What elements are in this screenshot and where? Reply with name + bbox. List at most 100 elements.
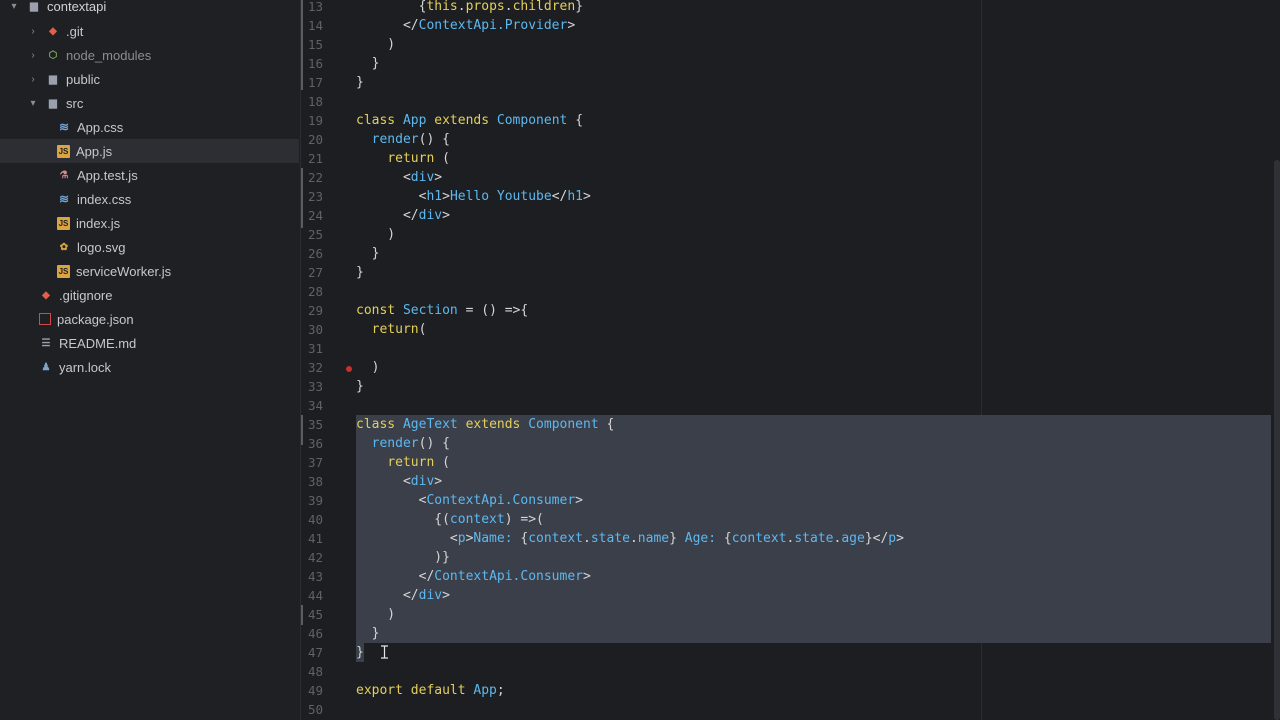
js-icon: JS (57, 144, 70, 158)
code-line[interactable]: 27} (301, 263, 1271, 282)
code-line[interactable]: 42 )} (301, 548, 1271, 567)
tree-item-label: public (66, 71, 100, 87)
breakpoint-marker[interactable] (346, 366, 352, 372)
code-line[interactable]: 50 (301, 700, 1271, 719)
tree-item-label: App.css (77, 119, 124, 135)
code-token: > (442, 588, 450, 603)
code-token: p (888, 531, 897, 546)
code-line[interactable]: 34 (301, 396, 1271, 415)
chevron-down-icon[interactable]: ▾ (8, 0, 20, 12)
code-line[interactable]: 22 <div> (301, 168, 1271, 187)
code-token: Name: (473, 531, 521, 546)
code-line[interactable]: 31 (301, 339, 1271, 358)
tree-item-gitignore[interactable]: ◆ .gitignore (0, 283, 299, 307)
code-editor[interactable]: 13 {this.props.children} 14 </ContextApi.… (300, 0, 1280, 720)
code-line[interactable]: 39 <ContextApi.Consumer> (301, 491, 1271, 510)
code-line[interactable]: 43 </ContextApi.Consumer> (301, 567, 1271, 586)
code-text: class App extends Component { (356, 111, 583, 130)
code-line[interactable]: 28 (301, 282, 1271, 301)
code-line[interactable]: 46 } (301, 624, 1271, 643)
tree-item-label: contextapi (47, 0, 107, 14)
code-token: ContextApi.Consumer (426, 493, 576, 508)
code-token: render (371, 436, 419, 451)
line-number: 13 (307, 0, 323, 14)
code-line[interactable]: 17} (301, 73, 1271, 92)
code-line[interactable]: 18 (301, 92, 1271, 111)
code-line[interactable]: 45 ) (301, 605, 1271, 624)
code-line[interactable]: 20 render() { (301, 130, 1271, 149)
chevron-right-icon[interactable]: › (27, 25, 39, 37)
code-line[interactable]: 41 <p>Name: {context.state.name} Age: {c… (301, 529, 1271, 548)
tree-item-public[interactable]: › ▆ public (0, 67, 299, 91)
tree-item-label: .gitignore (59, 287, 113, 303)
tree-item-git[interactable]: › ◆ .git (0, 19, 299, 43)
test-icon: ⚗ (59, 169, 69, 181)
code-token: div (418, 208, 443, 223)
code-line[interactable]: 14 </ContextApi.Provider> (301, 16, 1271, 35)
tree-item-index-css[interactable]: ≋ index.css (0, 187, 299, 211)
line-number: 37 (307, 455, 323, 470)
folder-open-icon: ▆ (49, 97, 57, 109)
tree-item-logo-svg[interactable]: ✿ logo.svg (0, 235, 299, 259)
code-line[interactable]: 19 class App extends Component { (301, 111, 1271, 130)
code-text: <p>Name: {context.state.name} Age: {cont… (356, 529, 904, 548)
code-token: . (504, 0, 513, 14)
vertical-scrollbar[interactable] (1271, 0, 1280, 720)
code-line[interactable]: 13 {this.props.children} (301, 0, 1271, 16)
tree-item-yarn-lock[interactable]: ♟ yarn.lock (0, 355, 299, 379)
code-line[interactable]: 32 ) (301, 358, 1271, 377)
code-token: > (567, 18, 576, 33)
tree-item-readme-md[interactable]: ☰ README.md (0, 331, 299, 355)
code-line[interactable]: 36 render() { (301, 434, 1271, 453)
line-number: 22 (307, 170, 323, 185)
code-line[interactable]: 47} (301, 643, 1271, 662)
code-line[interactable]: 48 (301, 662, 1271, 681)
code-text: return( (356, 320, 427, 339)
code-token: { (606, 417, 615, 432)
code-line[interactable]: 26 } (301, 244, 1271, 263)
code-line[interactable]: 30 return( (301, 320, 1271, 339)
code-line[interactable]: 29 const Section = () =>{ (301, 301, 1271, 320)
chevron-right-icon[interactable]: › (27, 49, 39, 61)
code-line[interactable]: 16 } (301, 54, 1271, 73)
line-number: 27 (307, 265, 323, 280)
code-text: export default App; (356, 681, 505, 700)
code-line[interactable]: 44 </div> (301, 586, 1271, 605)
chevron-right-icon[interactable]: › (27, 73, 39, 85)
tree-item-label: serviceWorker.js (76, 263, 172, 279)
chevron-down-icon[interactable]: ▾ (27, 97, 39, 109)
line-number: 48 (307, 664, 323, 679)
tree-item-label: package.json (57, 311, 134, 327)
code-line[interactable]: 49 export default App; (301, 681, 1271, 700)
js-icon: JS (57, 216, 70, 230)
code-line[interactable]: 24 </div> (301, 206, 1271, 225)
code-line[interactable]: 40 {(context) =>( (301, 510, 1271, 529)
tree-item-app-css[interactable]: ≋ App.css (0, 115, 299, 139)
tree-item-label: App.js (76, 143, 113, 159)
code-line[interactable]: 33} (301, 377, 1271, 396)
tree-item-index-js[interactable]: JS index.js (0, 211, 299, 235)
tree-item-app-js[interactable]: JS App.js (0, 139, 299, 163)
tree-item-package-json[interactable]: package.json (0, 307, 299, 331)
tree-item-contextapi[interactable]: ▾ ▆ contextapi (0, 0, 299, 18)
code-token: </ (551, 189, 568, 204)
code-token: } (356, 246, 380, 261)
code-line[interactable]: 25 ) (301, 225, 1271, 244)
code-line[interactable]: 38 <div> (301, 472, 1271, 491)
line-number: 30 (307, 322, 323, 337)
tree-item-serviceworker-js[interactable]: JS serviceWorker.js (0, 259, 299, 283)
code-line[interactable]: 21 return ( (301, 149, 1271, 168)
line-number: 33 (307, 379, 323, 394)
tree-item-node-modules[interactable]: › ⬡ node_modules (0, 43, 299, 67)
code-line[interactable]: 15 ) (301, 35, 1271, 54)
code-line[interactable]: 35 class AgeText extends Component { (301, 415, 1271, 434)
code-text: } (356, 624, 380, 643)
code-text: {this.props.children} (356, 0, 583, 16)
tree-item-src[interactable]: ▾ ▆ src (0, 91, 299, 115)
code-line[interactable]: 37 return ( (301, 453, 1271, 472)
scrollbar-thumb[interactable] (1274, 160, 1280, 720)
code-token: </ (356, 569, 435, 584)
code-line[interactable]: 23 <h1>Hello Youtube</h1> (301, 187, 1271, 206)
folder-open-icon: ▆ (30, 0, 38, 12)
tree-item-app-test-js[interactable]: ⚗ App.test.js (0, 163, 299, 187)
